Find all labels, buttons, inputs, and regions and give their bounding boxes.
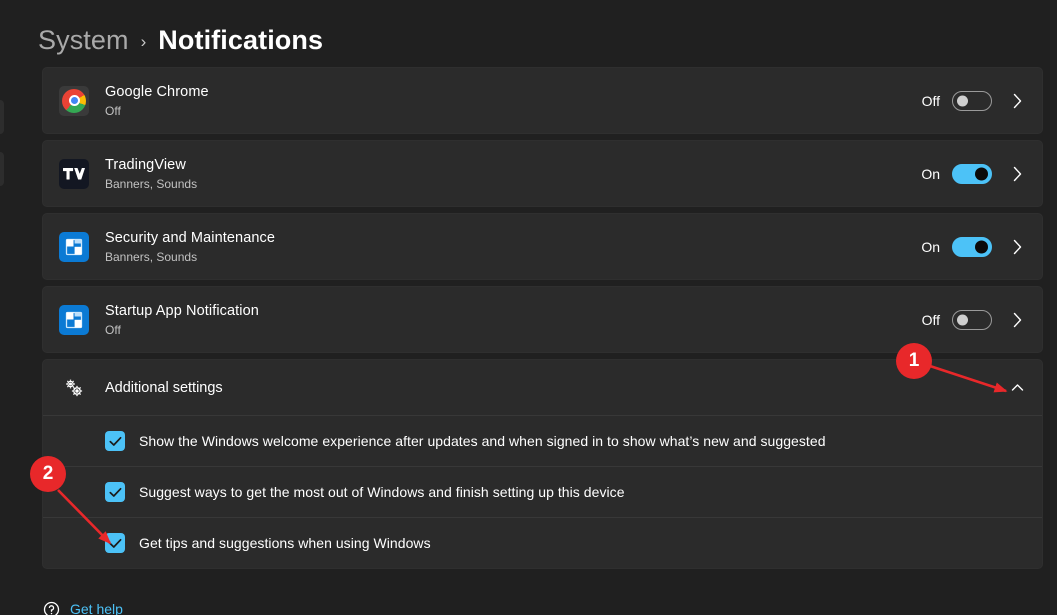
option-label: Get tips and suggestions when using Wind… [139,535,431,551]
chrome-icon [59,85,89,116]
option-row-suggest-ways[interactable]: Suggest ways to get the most out of Wind… [43,466,1042,517]
get-help-label: Get help [70,601,123,615]
app-name: Google Chrome [105,83,209,100]
app-row-google-chrome[interactable]: Google Chrome Off Off [42,67,1043,134]
chevron-right-icon[interactable] [1004,166,1030,182]
gears-icon [59,373,89,403]
toggle-state-label: Off [921,92,940,109]
app-text: Google Chrome Off [105,83,918,119]
app-row-security-and-maintenance[interactable]: Security and Maintenance Banners, Sounds… [42,213,1043,280]
notification-toggle[interactable] [952,163,992,184]
windows-tile-icon [59,304,89,335]
checkbox-suggest-ways[interactable] [105,482,125,502]
sidebar-item-stub-2[interactable] [0,152,4,186]
app-row-startup-app-notification[interactable]: Startup App Notification Off Off [42,286,1043,353]
app-status: Off [105,322,121,337]
tradingview-icon [59,158,89,189]
app-row-tradingview[interactable]: TradingView Banners, Sounds On [42,140,1043,207]
get-help-link[interactable]: Get help [42,600,123,615]
chevron-right-icon[interactable] [1004,239,1030,255]
chevron-right-icon[interactable] [1004,93,1030,109]
app-text: Security and Maintenance Banners, Sounds [105,229,918,265]
toggle-state-label: On [921,238,940,255]
notifications-app-list: Google Chrome Off Off TradingView Banner… [42,67,1043,569]
notification-toggle[interactable] [952,309,992,330]
checkbox-welcome-experience[interactable] [105,431,125,451]
breadcrumb-parent-system[interactable]: System [38,25,129,56]
option-row-get-tips[interactable]: Get tips and suggestions when using Wind… [43,517,1042,568]
app-status: Off [105,103,121,118]
option-row-welcome-experience[interactable]: Show the Windows welcome experience afte… [43,415,1042,466]
additional-settings-card: Additional settings [42,359,1043,415]
chevron-up-icon[interactable] [1004,383,1030,392]
breadcrumb: System › Notifications [38,20,323,60]
page-title: Notifications [158,24,324,55]
checkbox-get-tips[interactable] [105,533,125,553]
app-status: Banners, Sounds [105,176,198,191]
sidebar-item-stub-1[interactable] [0,100,4,134]
notification-toggle[interactable] [952,90,992,111]
app-text: TradingView Banners, Sounds [105,156,918,192]
toggle-state-label: Off [921,311,940,328]
app-name: Security and Maintenance [105,229,276,246]
app-text: Startup App Notification Off [105,302,918,338]
option-label: Show the Windows welcome experience afte… [139,433,826,449]
help-icon [42,600,60,615]
additional-settings-options: Show the Windows welcome experience afte… [42,415,1043,569]
breadcrumb-separator-icon: › [140,31,147,51]
app-name: TradingView [105,156,186,173]
windows-tile-icon [59,231,89,262]
additional-settings-label: Additional settings [105,379,223,396]
app-name: Startup App Notification [105,302,259,319]
additional-settings-row[interactable]: Additional settings [43,360,1042,415]
chevron-right-icon[interactable] [1004,312,1030,328]
notification-toggle[interactable] [952,236,992,257]
app-status: Banners, Sounds [105,249,198,264]
toggle-state-label: On [921,165,940,182]
option-label: Suggest ways to get the most out of Wind… [139,484,625,500]
